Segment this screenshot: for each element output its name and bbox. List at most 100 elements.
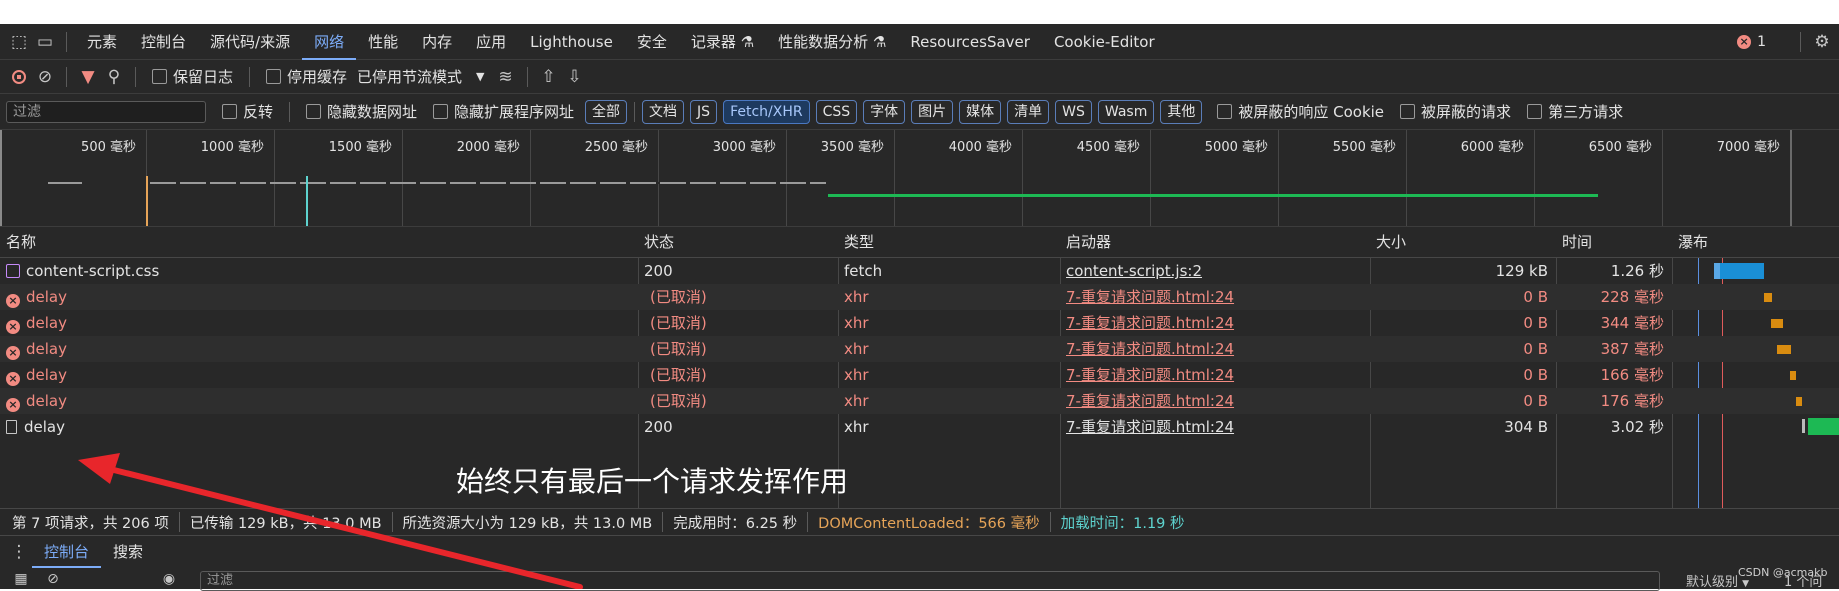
chip-all[interactable]: 全部: [585, 99, 628, 124]
error-icon: ×: [6, 398, 20, 412]
overview-tick: [1534, 130, 1535, 226]
column-header-name[interactable]: 名称: [0, 227, 638, 257]
column-header-status[interactable]: 状态: [638, 227, 838, 257]
tab-elements[interactable]: 元素: [75, 24, 129, 60]
chip-js[interactable]: JS: [690, 99, 718, 124]
cell-initiator-link[interactable]: 7-重复请求问题.html:24: [1060, 284, 1370, 310]
table-header: 名称 状态 类型 启动器 大小 时间 瀑布: [0, 227, 1839, 258]
chip-other[interactable]: 其他: [1160, 99, 1203, 124]
hide-data-urls-label: 隐藏数据网址: [327, 103, 418, 121]
import-har-icon[interactable]: ⇧: [536, 64, 562, 90]
column-header-initiator[interactable]: 启动器: [1060, 227, 1370, 257]
chip-manifest[interactable]: 清单: [1007, 99, 1050, 124]
chip-wasm[interactable]: Wasm: [1097, 99, 1155, 124]
chip-fetch-xhr[interactable]: Fetch/XHR: [723, 99, 810, 124]
tab-recorder[interactable]: 记录器 ⚗: [679, 24, 766, 60]
cell-initiator-link[interactable]: 7-重复请求问题.html:24: [1060, 336, 1370, 362]
invert-checkbox[interactable]: 反转: [222, 101, 273, 122]
hide-data-urls-checkbox[interactable]: 隐藏数据网址: [306, 101, 417, 122]
tab-performance[interactable]: 性能: [356, 24, 410, 60]
cell-name: × delay: [0, 362, 638, 388]
cell-initiator-link[interactable]: 7-重复请求问题.html:24: [1060, 362, 1370, 388]
tab-security[interactable]: 安全: [625, 24, 679, 60]
overview-tick-label: 1500 毫秒: [328, 140, 392, 155]
network-conditions-icon[interactable]: ≋: [493, 64, 519, 90]
settings-gear-icon[interactable]: ⚙: [1809, 29, 1835, 55]
tab-memory[interactable]: 内存: [410, 24, 464, 60]
cell-time: 228 毫秒: [1600, 288, 1664, 306]
table-row[interactable]: delay 200 xhr 7-重复请求问题.html:24 304 B 3.0…: [0, 414, 1839, 440]
blocked-requests-checkbox[interactable]: 被屏蔽的请求: [1400, 101, 1511, 122]
overview-tick-label: 2000 毫秒: [456, 140, 520, 155]
overview-request-bar: [150, 182, 826, 184]
column-header-waterfall[interactable]: 瀑布: [1672, 227, 1839, 257]
record-stop-icon[interactable]: [6, 64, 32, 90]
more-menu-icon[interactable]: ⋮: [6, 539, 32, 565]
tab-network[interactable]: 网络: [302, 24, 357, 60]
table-row[interactable]: content-script.css 200 fetch content-scr…: [0, 258, 1839, 284]
filter-input[interactable]: 过滤: [6, 100, 206, 123]
cell-name: content-script.css: [0, 258, 638, 284]
requests-table: 名称 状态 类型 启动器 大小 时间 瀑布 content-script.css…: [0, 227, 1839, 508]
cell-initiator-link[interactable]: 7-重复请求问题.html:24: [1060, 310, 1370, 336]
clear-console-icon[interactable]: ⊘: [40, 568, 66, 589]
drawer-tab-search[interactable]: 搜索: [101, 536, 155, 568]
overview-tick-label: 6500 毫秒: [1588, 140, 1652, 155]
table-row[interactable]: × delay (已取消) xhr 7-重复请求问题.html:24 0 B 22…: [0, 284, 1839, 310]
chip-ws[interactable]: WS: [1055, 99, 1092, 124]
export-har-icon[interactable]: ⇩: [562, 64, 588, 90]
chip-doc[interactable]: 文档: [642, 99, 685, 124]
chip-img[interactable]: 图片: [911, 99, 954, 124]
eye-icon[interactable]: ◉: [156, 568, 182, 589]
third-party-checkbox[interactable]: 第三方请求: [1527, 101, 1623, 122]
search-icon[interactable]: ⚲: [101, 64, 127, 90]
inspect-element-icon[interactable]: ⬚: [6, 29, 32, 55]
cell-initiator-link[interactable]: content-script.js:2: [1060, 258, 1370, 284]
waterfall-bar: [1771, 319, 1783, 328]
column-header-size[interactable]: 大小: [1370, 227, 1556, 257]
tab-application[interactable]: 应用: [464, 24, 518, 60]
hide-extension-urls-checkbox[interactable]: 隐藏扩展程序网址: [433, 101, 574, 122]
preserve-log-checkbox[interactable]: 保留日志: [152, 66, 233, 87]
chip-media[interactable]: 媒体: [959, 99, 1002, 124]
waterfall-bar: [1777, 345, 1791, 354]
sidebar-toggle-icon[interactable]: ▦: [8, 568, 34, 589]
table-row[interactable]: × delay (已取消) xhr 7-重复请求问题.html:24 0 B 38…: [0, 336, 1839, 362]
throttling-select[interactable]: 已停用节流模式 ▼: [357, 66, 484, 87]
request-name: delay: [26, 392, 67, 410]
overview-request-bar: [828, 194, 1598, 197]
blocked-cookies-label: 被屏蔽的响应 Cookie: [1238, 103, 1385, 121]
cell-time: 387 毫秒: [1600, 340, 1664, 358]
cell-status: (已取消): [650, 366, 707, 384]
console-filter-input[interactable]: 过滤: [200, 571, 1660, 591]
table-row[interactable]: × delay (已取消) xhr 7-重复请求问题.html:24 0 B 16…: [0, 362, 1839, 388]
chip-css[interactable]: CSS: [815, 99, 858, 124]
tab-performance-insights[interactable]: 性能数据分析 ⚗: [766, 24, 898, 60]
filter-funnel-icon[interactable]: ▼: [75, 64, 101, 90]
blocked-cookies-checkbox[interactable]: 被屏蔽的响应 Cookie: [1217, 101, 1384, 122]
cell-name: delay: [0, 414, 638, 440]
cell-initiator-link[interactable]: 7-重复请求问题.html:24: [1060, 388, 1370, 414]
checkbox-box: [1400, 104, 1416, 119]
chip-font[interactable]: 字体: [863, 99, 906, 124]
column-header-time[interactable]: 时间: [1556, 227, 1672, 257]
tab-performance-insights-label: 性能数据分析: [778, 32, 869, 51]
network-overview-timeline[interactable]: 500 毫秒 1000 毫秒 1500 毫秒 2000 毫秒 2500 毫秒 3…: [0, 130, 1839, 227]
drawer-tab-console[interactable]: 控制台: [32, 536, 102, 568]
tab-cookie-editor[interactable]: Cookie-Editor: [1042, 24, 1167, 60]
table-row[interactable]: × delay (已取消) xhr 7-重复请求问题.html:24 0 B 17…: [0, 388, 1839, 414]
disable-cache-checkbox[interactable]: 停用缓存: [266, 66, 347, 87]
table-row[interactable]: × delay (已取消) xhr 7-重复请求问题.html:24 0 B 34…: [0, 310, 1839, 336]
tab-lighthouse[interactable]: Lighthouse: [518, 24, 625, 60]
cell-initiator-link[interactable]: 7-重复请求问题.html:24: [1060, 414, 1370, 440]
tab-console[interactable]: 控制台: [129, 24, 198, 60]
tab-sources[interactable]: 源代码/来源: [198, 24, 302, 60]
column-header-type[interactable]: 类型: [838, 227, 1060, 257]
error-counter[interactable]: × 1: [1737, 34, 1766, 50]
device-toolbar-icon[interactable]: ▭: [32, 29, 58, 55]
dropdown-caret-icon: ▼: [1742, 579, 1750, 589]
cell-name: × delay: [0, 336, 638, 362]
clear-icon[interactable]: ⊘: [32, 64, 58, 90]
cell-status: (已取消): [650, 340, 707, 358]
tab-resourcessaver[interactable]: ResourcesSaver: [898, 24, 1042, 60]
